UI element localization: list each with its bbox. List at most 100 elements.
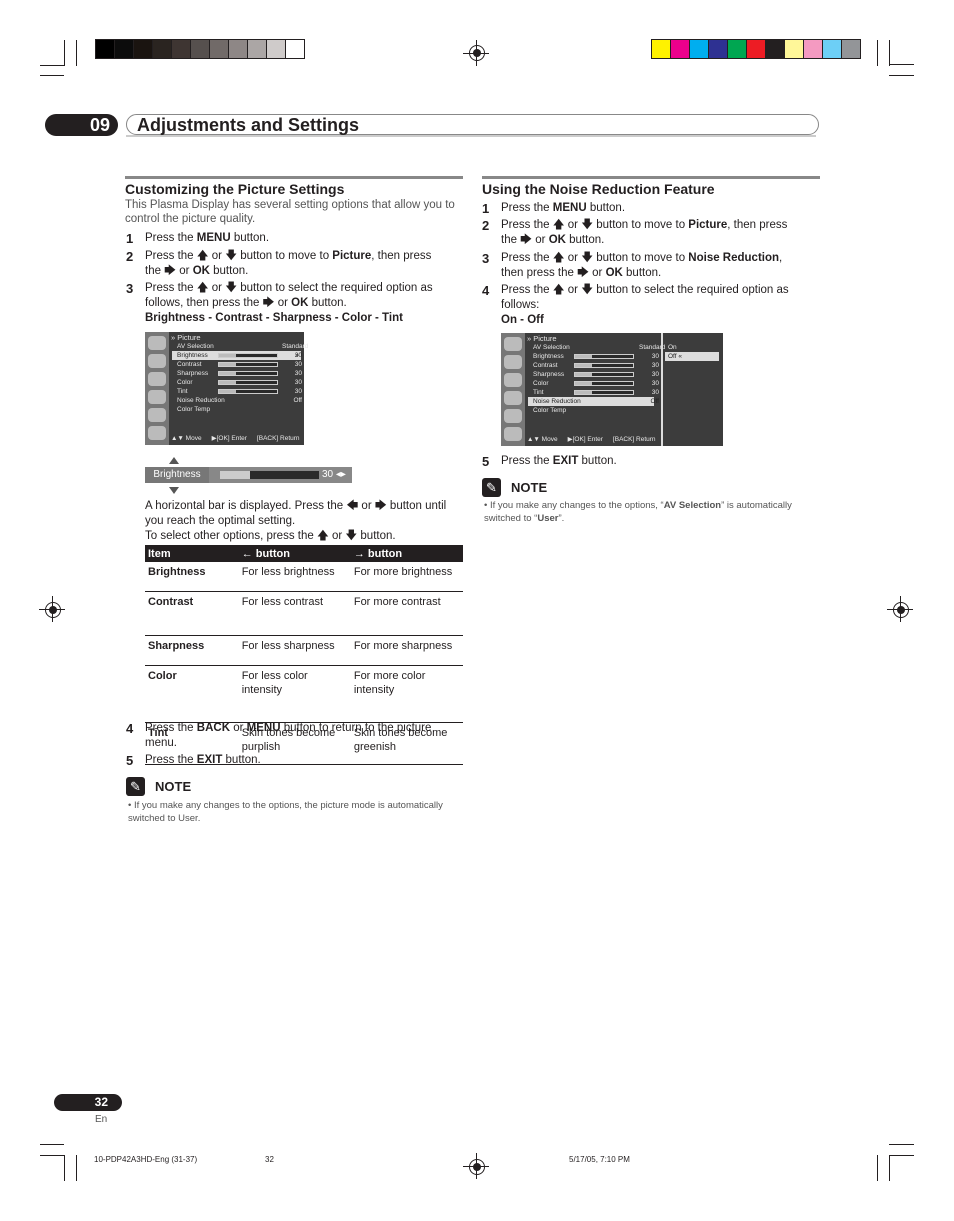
table-cell: For more color intensity — [350, 665, 463, 723]
note-title: NOTE — [511, 480, 548, 495]
step-item: 1 Press the MENU button. — [126, 231, 446, 246]
crop-mark — [889, 1144, 914, 1145]
power-icon — [148, 408, 166, 422]
color-swatch — [134, 40, 153, 58]
picture-icon — [148, 354, 166, 368]
power-icon — [504, 409, 522, 423]
color-swatch — [671, 40, 690, 58]
color-swatch — [690, 40, 709, 58]
footer-filename: 10-PDP42A3HD-Eng (31-37) — [94, 1155, 198, 1164]
step-number: 4 — [482, 283, 490, 298]
osd-menu-value: Standard — [639, 344, 666, 351]
step-number: 5 — [126, 753, 134, 768]
color-swatch — [210, 40, 229, 58]
step-item: 2 Press the 🡅 or 🡇 button to move to Pict… — [126, 249, 446, 279]
adjustment-value-text: 30 — [322, 469, 334, 480]
registration-mark-icon — [469, 1159, 485, 1175]
osd-title: » Picture — [527, 334, 557, 343]
section-heading: Customizing the Picture Settings — [125, 181, 345, 197]
step-text: Press the BACK or MENU button to return … — [145, 722, 432, 749]
osd-menu-item: Sharpness — [177, 370, 209, 377]
position-icon — [148, 390, 166, 404]
osd-footer-enter: ▶[OK] Enter — [567, 436, 603, 443]
registration-mark-icon — [45, 602, 61, 618]
step-text: Press the EXIT button. — [145, 754, 261, 766]
chapter-title: Adjustments and Settings — [126, 114, 819, 135]
osd-option: On — [668, 344, 677, 351]
step-item: 4 Press the BACK or MENU button to return… — [126, 721, 446, 751]
color-swatch — [766, 40, 785, 58]
page-number: 32 — [54, 1094, 122, 1111]
osd-menu-item: Sharpness — [533, 371, 565, 378]
osd-menu-value: 30 — [294, 361, 302, 368]
osd-level-bar — [218, 371, 278, 376]
osd-menu-value: Off — [650, 398, 659, 405]
color-swatch — [286, 40, 304, 58]
osd-divider — [661, 333, 663, 446]
crop-mark — [889, 40, 890, 66]
registration-line — [476, 1153, 477, 1179]
registration-line — [52, 596, 53, 622]
color-swatch — [785, 40, 804, 58]
step-text: Press the 🡅 or 🡇 button to select the re… — [145, 282, 433, 324]
osd-level-bar — [574, 363, 634, 368]
language-label: En — [95, 1114, 108, 1125]
osd-level-bar — [218, 380, 278, 385]
sound-icon — [148, 372, 166, 386]
color-swatch — [153, 40, 172, 58]
note-text-body: If you make any changes to the options, … — [128, 800, 443, 824]
osd-menu-item: Noise Reduction — [533, 398, 581, 405]
osd-menu-value: Standard — [282, 343, 309, 350]
table-header: ← button — [238, 545, 351, 562]
osd-menu-value: 30 — [651, 380, 659, 387]
crop-mark — [64, 40, 65, 66]
osd-level-bar — [574, 354, 634, 359]
osd-menu-item: AV Selection — [533, 344, 570, 351]
step-text: Press the 🡅 or 🡇 button to move to Pictu… — [501, 219, 788, 246]
pencil-note-icon: ✎ — [482, 478, 501, 497]
osd-menu-value: 30 — [651, 389, 659, 396]
divider — [126, 135, 816, 137]
color-swatch — [747, 40, 766, 58]
grayscale-calibration-bar — [95, 39, 305, 59]
osd-menu-value: Off — [293, 397, 302, 404]
footer-page: 32 — [265, 1155, 274, 1164]
color-swatch — [267, 40, 286, 58]
instruction-text: A horizontal bar is displayed. Press the… — [145, 500, 447, 542]
step-text: Press the 🡅 or 🡇 button to move to Pictu… — [145, 250, 432, 277]
crop-mark — [40, 1155, 64, 1156]
osd-menu-value: 30 — [294, 370, 302, 377]
osd-footer: ▲▼ Move ▶[OK] Enter [BACK] Return — [527, 435, 657, 444]
osd-menu-item: Color — [177, 379, 193, 386]
osd-menu-value: 30 — [294, 352, 302, 359]
note-text: • If you make any changes to the options… — [484, 500, 792, 524]
osd-picture-menu: » Picture AV Selection Standard Brightness 3… — [145, 332, 309, 445]
osd-menu-item: Contrast — [177, 361, 202, 368]
table-cell: For more sharpness — [350, 635, 463, 666]
osd-level-bar — [218, 389, 278, 394]
osd-level-bar — [574, 381, 634, 386]
cc-icon — [148, 426, 166, 440]
table-header: → button — [350, 545, 463, 562]
crop-mark — [40, 65, 64, 66]
osd-noise-reduction-menu: » Picture AV Selection Standard Brightness 3… — [501, 333, 723, 446]
up-arrow-icon — [169, 457, 179, 464]
color-swatch — [191, 40, 210, 58]
step-text: Press the 🡅 or 🡇 button to select the re… — [501, 284, 789, 326]
osd-menu-value: 30 — [651, 362, 659, 369]
adjustment-label: Brightness — [145, 467, 209, 483]
osd-sidebar — [145, 332, 169, 445]
osd-level-bar — [574, 372, 634, 377]
osd-menu-item: Noise Reduction — [177, 397, 225, 404]
step-item: 2 Press the 🡅 or 🡇 button to move to Pict… — [482, 218, 802, 248]
osd-menu-item: Color — [533, 380, 549, 387]
section-rule — [125, 176, 463, 179]
osd-level-bar — [218, 362, 278, 367]
table-row: Sharpness For less sharpness For more shar… — [145, 635, 463, 666]
table-cell: Brightness — [145, 562, 239, 592]
crop-mark — [877, 1155, 878, 1181]
settings-icon — [148, 336, 166, 350]
note-text: • If you make any changes to the options… — [128, 800, 443, 824]
table-row: Color For less color intensity For more co… — [145, 665, 463, 723]
osd-title: » Picture — [171, 333, 201, 342]
